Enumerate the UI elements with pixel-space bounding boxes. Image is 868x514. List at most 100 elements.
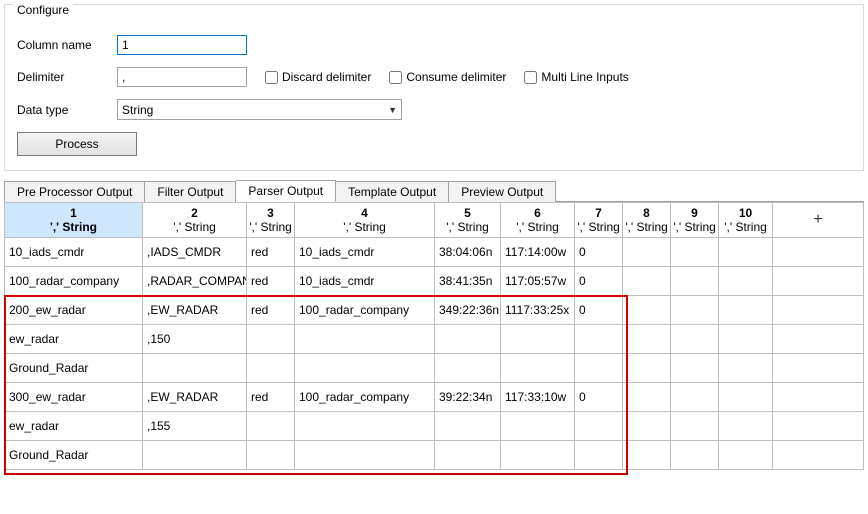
table-cell[interactable] [435,441,501,470]
table-row[interactable]: 10_iads_cmdr,IADS_CMDRred10_iads_cmdr38:… [5,238,864,267]
table-cell[interactable]: ew_radar [5,325,143,354]
table-cell[interactable]: Ground_Radar [5,354,143,383]
table-cell[interactable] [623,412,671,441]
table-cell[interactable]: 39:22:34n [435,383,501,412]
table-cell[interactable] [623,441,671,470]
table-cell[interactable] [719,441,773,470]
table-row[interactable]: 200_ew_radar,EW_RADARred100_radar_compan… [5,296,864,325]
table-row[interactable]: Ground_Radar [5,354,864,383]
table-cell[interactable] [623,325,671,354]
column-header[interactable]: 6',' String [501,203,575,238]
table-cell[interactable] [671,267,719,296]
table-cell[interactable] [295,412,435,441]
table-cell[interactable]: ,150 [143,325,247,354]
table-cell[interactable] [435,325,501,354]
tab-pre-processor-output[interactable]: Pre Processor Output [4,181,145,202]
discard-delimiter-checkbox[interactable] [265,71,278,84]
column-header[interactable]: 4',' String [295,203,435,238]
table-cell[interactable] [435,354,501,383]
delimiter-input[interactable] [117,67,247,87]
table-cell[interactable]: 0 [575,296,623,325]
table-row[interactable]: ew_radar,155 [5,412,864,441]
table-cell[interactable]: 117:05:57w [501,267,575,296]
table-cell[interactable] [295,325,435,354]
table-cell[interactable] [247,412,295,441]
table-cell[interactable] [501,412,575,441]
table-cell[interactable] [575,325,623,354]
column-name-input[interactable] [117,35,247,55]
column-header[interactable]: 10',' String [719,203,773,238]
table-cell[interactable]: 1117:33:25x [501,296,575,325]
table-cell[interactable] [719,325,773,354]
table-cell[interactable]: ,IADS_CMDR [143,238,247,267]
column-header[interactable]: 3',' String [247,203,295,238]
data-type-select[interactable]: String ▼ [117,99,402,120]
table-cell[interactable] [671,354,719,383]
column-header[interactable]: 5',' String [435,203,501,238]
table-cell[interactable] [671,383,719,412]
table-cell[interactable] [143,354,247,383]
table-cell[interactable] [295,354,435,383]
table-cell[interactable] [247,354,295,383]
table-cell[interactable] [143,441,247,470]
table-cell[interactable]: ,EW_RADAR [143,383,247,412]
column-header[interactable]: 2',' String [143,203,247,238]
table-cell[interactable] [719,296,773,325]
table-cell[interactable]: red [247,238,295,267]
column-header[interactable]: 9',' String [671,203,719,238]
table-cell[interactable] [575,412,623,441]
table-row[interactable]: 100_radar_company,RADAR_COMPANYred10_iad… [5,267,864,296]
table-cell[interactable]: red [247,267,295,296]
tab-filter-output[interactable]: Filter Output [145,181,236,202]
table-cell[interactable]: 10_iads_cmdr [295,267,435,296]
table-cell[interactable]: 100_radar_company [295,296,435,325]
table-cell[interactable] [501,441,575,470]
table-cell[interactable]: red [247,383,295,412]
table-cell[interactable] [575,354,623,383]
table-cell[interactable] [623,296,671,325]
table-cell[interactable] [501,354,575,383]
table-cell[interactable]: 0 [575,238,623,267]
column-header[interactable]: 1',' String [5,203,143,238]
table-cell[interactable]: ,RADAR_COMPANY [143,267,247,296]
tab-parser-output[interactable]: Parser Output [236,180,336,202]
table-cell[interactable] [623,238,671,267]
table-cell[interactable]: 117:33:10w [501,383,575,412]
table-cell[interactable] [501,325,575,354]
table-cell[interactable]: ew_radar [5,412,143,441]
table-cell[interactable] [623,383,671,412]
table-cell[interactable]: 300_ew_radar [5,383,143,412]
table-row[interactable]: ew_radar,150 [5,325,864,354]
table-cell[interactable]: ,EW_RADAR [143,296,247,325]
table-cell[interactable] [719,238,773,267]
multiline-checkbox[interactable] [524,71,537,84]
table-cell[interactable]: 0 [575,267,623,296]
table-row[interactable]: 300_ew_radar,EW_RADARred100_radar_compan… [5,383,864,412]
table-cell[interactable]: 38:04:06n [435,238,501,267]
table-cell[interactable] [247,441,295,470]
table-cell[interactable] [671,238,719,267]
table-cell[interactable]: 117:14:00w [501,238,575,267]
table-cell[interactable]: 349:22:36n [435,296,501,325]
multiline-checkbox-wrap[interactable]: Multi Line Inputs [524,70,628,84]
table-cell[interactable] [671,412,719,441]
table-cell[interactable] [623,354,671,383]
tab-template-output[interactable]: Template Output [336,181,449,202]
consume-delimiter-checkbox-wrap[interactable]: Consume delimiter [389,70,506,84]
table-cell[interactable]: 38:41:35n [435,267,501,296]
table-cell[interactable] [671,325,719,354]
table-cell[interactable] [671,296,719,325]
discard-delimiter-checkbox-wrap[interactable]: Discard delimiter [265,70,371,84]
tab-preview-output[interactable]: Preview Output [449,181,556,202]
table-cell[interactable] [247,325,295,354]
table-cell[interactable]: Ground_Radar [5,441,143,470]
table-cell[interactable] [575,441,623,470]
process-button[interactable]: Process [17,132,137,156]
table-cell[interactable] [719,412,773,441]
table-cell[interactable]: 0 [575,383,623,412]
table-cell[interactable] [671,441,719,470]
table-cell[interactable]: 10_iads_cmdr [295,238,435,267]
table-cell[interactable]: 10_iads_cmdr [5,238,143,267]
consume-delimiter-checkbox[interactable] [389,71,402,84]
table-cell[interactable] [719,383,773,412]
